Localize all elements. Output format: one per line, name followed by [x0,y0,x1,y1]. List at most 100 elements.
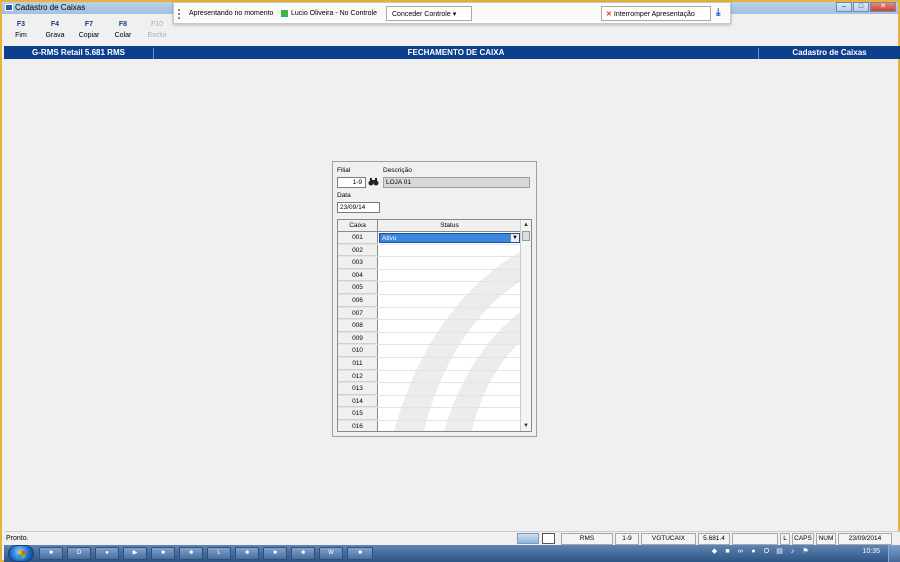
status-cell[interactable] [378,371,521,383]
status-cell[interactable] [378,282,521,294]
dropdown-arrow-icon[interactable]: ▼ [510,234,519,242]
status-value: Ativo [382,235,397,242]
table-row[interactable]: 003 [338,257,521,270]
descricao-field: LOJA 01 [383,177,530,188]
status-message: Pronto. [6,535,29,542]
status-caps: CAPS [792,533,814,545]
media-icon[interactable]: ▶ [123,547,147,560]
table-row[interactable]: 007 [338,307,521,321]
status-cell[interactable] [378,421,521,431]
document-icon [542,533,555,544]
stop-presenting-button[interactable]: ✕ Interromper Apresentação [601,6,711,21]
app-icon [5,4,13,11]
start-button[interactable] [8,545,34,562]
volume-icon[interactable]: ♪ [788,547,797,557]
fim-button[interactable]: F3 Fim [4,18,38,46]
status-cell[interactable]: Ativo ▼ [378,232,521,244]
status-cell[interactable] [378,308,521,320]
application-window: Cadastro de Caixas – □ ✕ F3 Fim F4 Grava… [0,0,900,562]
caixa-cell: 016 [338,420,378,431]
scroll-up-icon[interactable]: ▲ [521,220,531,230]
data-input[interactable]: 23/09/14 [337,202,380,213]
explorer-icon[interactable]: ■ [39,547,63,560]
tray-red-icon[interactable]: ● [749,547,758,557]
table-row[interactable]: 016 [338,420,521,431]
caixa-cell: 004 [338,269,378,282]
status-cell[interactable] [378,295,521,307]
copiar-button[interactable]: F7 Copiar [72,18,106,46]
table-row[interactable]: 008 [338,320,521,333]
app-icon-9[interactable]: ■ [263,547,287,560]
status-cell[interactable] [378,396,521,408]
table-row[interactable]: 005 [338,282,521,295]
status-l: L [780,533,790,545]
outlook-icon[interactable]: O [67,547,91,560]
app-icon-6[interactable]: ■ [179,547,203,560]
word-icon[interactable]: W [319,547,343,560]
header-screen: Cadastro de Caixas [758,48,900,59]
window-controls: – □ ✕ [835,2,896,12]
presenter-name: Lucio Oliveira - No Controle [291,10,377,17]
shield-icon[interactable]: ◆ [710,547,719,557]
table-row[interactable]: 001 Ativo ▼ [338,232,521,245]
minimize-button[interactable]: – [836,2,852,12]
scroll-thumb[interactable] [522,231,530,241]
table-row[interactable]: 013 [338,383,521,396]
terminal-icon[interactable]: ■ [291,547,315,560]
grava-label: Grava [45,32,65,39]
close-button[interactable]: ✕ [870,2,896,12]
firefox-icon[interactable]: ● [95,547,119,560]
tray-app-icon[interactable]: ■ [723,547,732,557]
taskbar-apps: ■ O ● ▶ ■ ■ L ■ ■ ■ W ■ [39,547,377,560]
app-icon-5[interactable]: ■ [151,547,175,560]
show-desktop-button[interactable] [888,545,900,562]
table-row[interactable]: 010 [338,345,521,358]
caixa-cell: 001 [338,232,378,244]
status-cell[interactable] [378,257,521,269]
tray-outlook-icon[interactable]: O [762,547,771,557]
scroll-down-icon[interactable]: ▼ [521,421,531,431]
status-cell[interactable] [378,345,521,357]
table-row[interactable]: 014 [338,395,521,409]
drag-handle[interactable] [178,9,180,19]
status-cell[interactable] [378,383,521,395]
tray-link-icon[interactable]: ∞ [736,547,745,557]
table-row[interactable]: 011 [338,357,521,371]
col-caixa-header: Caixa [338,220,378,231]
caixa-cell: 005 [338,282,378,294]
grid-scrollbar[interactable]: ▲ ▼ [520,220,531,431]
table-row[interactable]: 012 [338,370,521,384]
give-control-button[interactable]: Conceder Controle ▾ [386,6,472,21]
table-row[interactable]: 002 [338,244,521,258]
app-icon-8[interactable]: ■ [235,547,259,560]
flag-icon[interactable]: ⚑ [801,547,810,557]
data-label: Data [337,192,351,199]
binoculars-search-icon[interactable] [368,177,379,188]
caixa-form-panel: Filial Descrição 1-9 LOJA 01 Data 23/09/… [332,161,537,437]
filial-input[interactable]: 1-9 [337,177,366,188]
exclui-button[interactable]: F10 Exclui [140,18,174,46]
descricao-label: Descrição [383,167,412,174]
table-row[interactable]: 006 [338,294,521,308]
status-cell[interactable] [378,333,521,345]
toolbar: F3 Fim F4 Grava F7 Copiar F8 Colar F10 E… [4,18,174,46]
rms-task-icon[interactable]: ■ [347,547,373,560]
status-dropdown[interactable]: Ativo ▼ [379,233,520,243]
caixa-cell: 007 [338,307,378,320]
status-cell[interactable] [378,270,521,282]
grava-button[interactable]: F4 Grava [38,18,72,46]
network-tray-icon[interactable]: ▤ [775,547,784,557]
table-row[interactable]: 015 [338,408,521,421]
status-empty [732,533,778,545]
colar-button[interactable]: F8 Colar [106,18,140,46]
table-row[interactable]: 004 [338,269,521,283]
pin-icon[interactable]: ⤓ [716,7,720,18]
status-cell[interactable] [378,320,521,332]
fim-key: F3 [16,21,26,28]
status-cell[interactable] [378,358,521,370]
status-cell[interactable] [378,245,521,257]
maximize-button[interactable]: □ [853,2,869,12]
lync-icon[interactable]: L [207,547,231,560]
status-cell[interactable] [378,408,521,420]
table-row[interactable]: 009 [338,332,521,346]
